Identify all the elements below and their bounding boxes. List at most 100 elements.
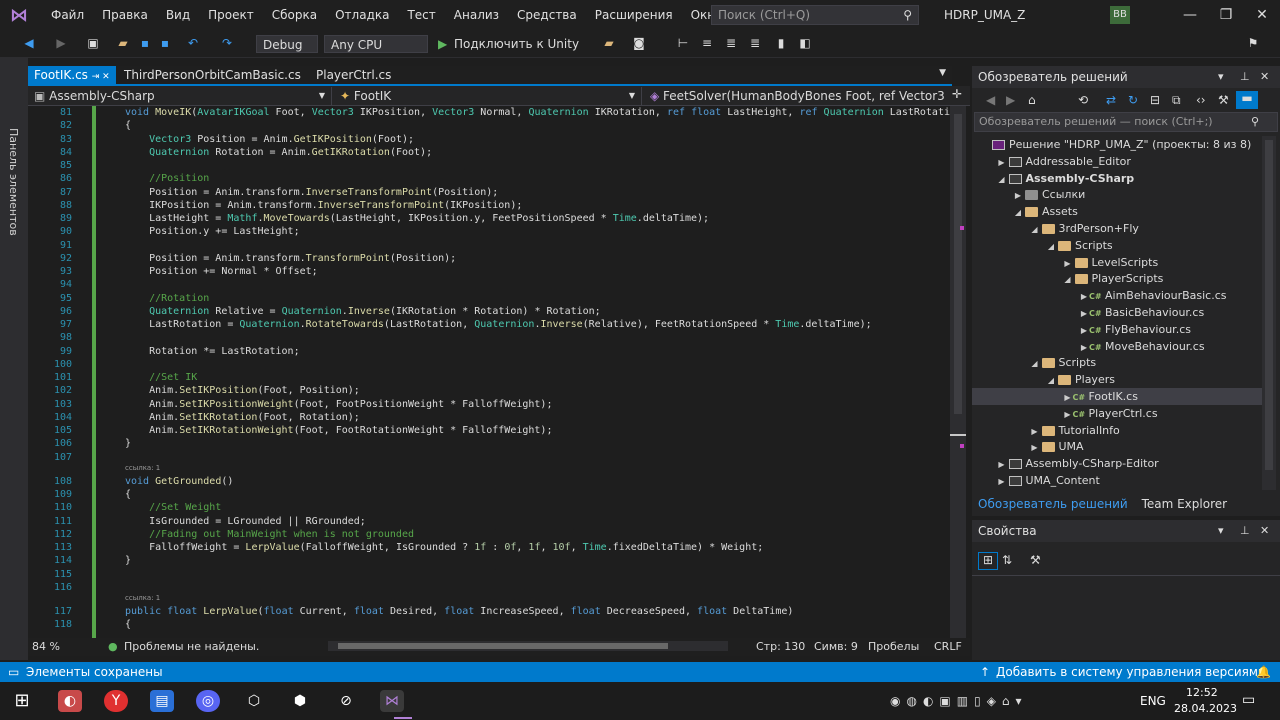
code-editor[interactable]: 81 void MoveIK(AvatarIKGoal Foot, Vector3… bbox=[28, 106, 950, 638]
app-icon-1[interactable]: ◐ bbox=[58, 690, 82, 712]
sync-icon[interactable]: ⇄ bbox=[1106, 93, 1116, 107]
member-dropdown[interactable]: ◈ FeetSolver(HumanBodyBones Foot, ref Ve… bbox=[644, 87, 944, 105]
bookmark-icon[interactable]: ▮ bbox=[774, 36, 788, 50]
expand-arrow-icon[interactable]: ◢ bbox=[1030, 355, 1040, 372]
code-line[interactable]: Quaternion Rotation = Anim.GetIKRotation… bbox=[125, 147, 432, 158]
tree-item[interactable]: ▶ TutorialInfo bbox=[972, 422, 1262, 439]
avatar[interactable]: BB bbox=[1110, 6, 1130, 24]
properties-icon[interactable]: ⚒ bbox=[1218, 93, 1229, 107]
forward-icon[interactable]: ▶ bbox=[1006, 93, 1015, 107]
tree-item[interactable]: ▶ C# FootIK.cs bbox=[972, 388, 1262, 405]
undo-icon[interactable]: ↶ bbox=[186, 36, 200, 50]
expand-arrow-icon[interactable]: ▶ bbox=[1013, 187, 1023, 204]
code-line[interactable]: Quaternion Relative = Quaternion.Inverse… bbox=[125, 306, 601, 317]
tree-item[interactable]: ▶ C# BasicBehaviour.cs bbox=[972, 304, 1262, 321]
tray-icons[interactable]: ◉◍◐▣▥▯◈⌂▾ bbox=[890, 694, 1028, 708]
tree-item[interactable]: ▶ UMA_Content bbox=[972, 472, 1262, 488]
tree-item[interactable]: ▶ Assembly-CSharp-Editor bbox=[972, 455, 1262, 472]
tree-item[interactable]: ▶ Addressable_Editor bbox=[972, 153, 1262, 170]
open-folder-icon[interactable]: ▰ bbox=[116, 36, 130, 50]
minimize-button[interactable]: — bbox=[1172, 0, 1208, 30]
menu-item[interactable]: Отладка bbox=[326, 0, 398, 30]
solution-search-input[interactable]: Обозреватель решений — поиск (Ctrl+;) ⚲ bbox=[974, 112, 1278, 132]
whitespace-mode[interactable]: Пробелы bbox=[868, 640, 919, 653]
expand-arrow-icon[interactable]: ▶ bbox=[1079, 322, 1089, 339]
close-button[interactable]: ✕ bbox=[1244, 0, 1280, 30]
code-icon[interactable]: ‹› bbox=[1196, 93, 1206, 107]
new-item-icon[interactable]: ▣ bbox=[86, 36, 100, 50]
search-input[interactable]: Поиск (Ctrl+Q) ⚲ bbox=[711, 5, 919, 25]
add-to-source-control[interactable]: Добавить в систему управления версиями bbox=[996, 662, 1266, 682]
menu-item[interactable]: Проект bbox=[199, 0, 263, 30]
code-line[interactable]: //Set IK bbox=[125, 372, 197, 383]
toolbox-strip[interactable]: Панель элементов bbox=[0, 58, 28, 660]
discord-icon[interactable]: ◎ bbox=[196, 690, 220, 712]
line-ending[interactable]: CRLF bbox=[934, 640, 962, 653]
expand-arrow-icon[interactable]: ◢ bbox=[997, 171, 1007, 188]
menu-item[interactable]: Сборка bbox=[263, 0, 326, 30]
tree-item[interactable]: ◢ 3rdPerson+Fly bbox=[972, 220, 1262, 237]
language-indicator[interactable]: ENG bbox=[1140, 694, 1166, 708]
expand-arrow-icon[interactable]: ▶ bbox=[1030, 439, 1040, 456]
code-line[interactable]: Position += Normal * Offset; bbox=[125, 266, 318, 277]
comment-icon[interactable]: ≣ bbox=[724, 36, 738, 50]
live-share-icon[interactable]: ⚑ bbox=[1246, 36, 1260, 50]
notification-icon[interactable]: 🔔 bbox=[1256, 662, 1271, 682]
redo-icon[interactable]: ↷ bbox=[220, 36, 234, 50]
tab-footik[interactable]: FootIK.cs ⇥ ✕ bbox=[28, 66, 116, 84]
tree-item[interactable]: ◢ Assets bbox=[972, 203, 1262, 220]
camera-icon[interactable]: ◙ bbox=[632, 36, 646, 50]
tree-item[interactable]: ▶ C# MoveBehaviour.cs bbox=[972, 338, 1262, 355]
code-line[interactable]: Anim.SetIKRotation(Foot, Rotation); bbox=[125, 412, 360, 423]
collapse-icon[interactable]: ⊟ bbox=[1150, 93, 1160, 107]
forward-icon[interactable]: ▶ bbox=[54, 36, 68, 50]
code-line[interactable]: } bbox=[125, 555, 131, 566]
code-line[interactable]: FalloffWeight = LerpValue(FalloffWeight,… bbox=[125, 542, 763, 553]
code-line[interactable]: Rotation *= LastRotation; bbox=[125, 346, 300, 357]
code-line[interactable]: { bbox=[125, 489, 131, 500]
menu-item[interactable]: Файл bbox=[42, 0, 93, 30]
tree-item[interactable]: Решение "HDRP_UMA_Z" (проекты: 8 из 8) bbox=[972, 136, 1262, 153]
code-line[interactable]: { bbox=[125, 619, 131, 630]
code-line[interactable]: IsGrounded = LGrounded || RGrounded; bbox=[125, 516, 366, 527]
folder-icon[interactable]: ▰ bbox=[602, 36, 616, 50]
menu-item[interactable]: Расширения bbox=[586, 0, 682, 30]
configuration-select[interactable]: Debug bbox=[256, 35, 318, 53]
code-line[interactable]: Anim.SetIKPosition(Foot, Position); bbox=[125, 385, 360, 396]
start-icon[interactable]: ▶ bbox=[438, 35, 447, 53]
expand-arrow-icon[interactable]: ▶ bbox=[1063, 255, 1073, 272]
code-line[interactable]: //Fading out MainWeight when is not grou… bbox=[125, 529, 414, 540]
preview-icon[interactable]: ▬ bbox=[1236, 91, 1258, 109]
menu-item[interactable]: Анализ bbox=[445, 0, 508, 30]
tree-item[interactable]: ◢ Assembly-CSharp bbox=[972, 170, 1262, 187]
tree-scrollbar[interactable] bbox=[1262, 136, 1276, 490]
code-line[interactable]: Position = Anim.transform.InverseTransfo… bbox=[125, 187, 498, 198]
home-icon[interactable]: ⌂ bbox=[1028, 93, 1036, 107]
code-lens-references[interactable]: ссылка: 1 bbox=[125, 594, 160, 602]
tree-item[interactable]: ▶ C# PlayerCtrl.cs bbox=[972, 405, 1262, 422]
expand-arrow-icon[interactable]: ▶ bbox=[997, 473, 1007, 488]
windows-start-icon[interactable]: ⊞ bbox=[10, 690, 34, 712]
expand-arrow-icon[interactable]: ◢ bbox=[1046, 238, 1056, 255]
tree-item[interactable]: ◢ Scripts bbox=[972, 237, 1262, 254]
clock-date[interactable]: 28.04.2023 bbox=[1174, 702, 1237, 715]
history-icon[interactable]: ⟲ bbox=[1078, 93, 1088, 107]
tree-item[interactable]: ◢ PlayerScripts bbox=[972, 270, 1262, 287]
tree-item[interactable]: ◢ Players bbox=[972, 371, 1262, 388]
tab-team-explorer[interactable]: Team Explorer bbox=[1138, 497, 1232, 511]
expand-arrow-icon[interactable]: ▶ bbox=[1063, 389, 1073, 406]
unity-icon[interactable]: ⬢ bbox=[288, 690, 312, 712]
expand-arrow-icon[interactable]: ▶ bbox=[1079, 339, 1089, 356]
code-line[interactable]: //Set Weight bbox=[125, 502, 221, 513]
uncomment-icon[interactable]: ≣ bbox=[748, 36, 762, 50]
code-line[interactable]: IKPosition = Anim.transform.InverseTrans… bbox=[125, 200, 522, 211]
platform-select[interactable]: Any CPU bbox=[324, 35, 428, 53]
clock-time[interactable]: 12:52 bbox=[1186, 686, 1218, 699]
tree-item[interactable]: ▶ UMA bbox=[972, 438, 1262, 455]
menu-item[interactable]: Вид bbox=[157, 0, 199, 30]
back-icon[interactable]: ◀ bbox=[22, 36, 36, 50]
code-lens-references[interactable]: ссылка: 1 bbox=[125, 464, 160, 472]
code-line[interactable]: Vector3 Position = Anim.GetIKPosition(Fo… bbox=[125, 134, 414, 145]
notifications-icon[interactable]: ▭ bbox=[1242, 692, 1255, 708]
wrench-icon[interactable]: ⚒ bbox=[1030, 553, 1041, 567]
